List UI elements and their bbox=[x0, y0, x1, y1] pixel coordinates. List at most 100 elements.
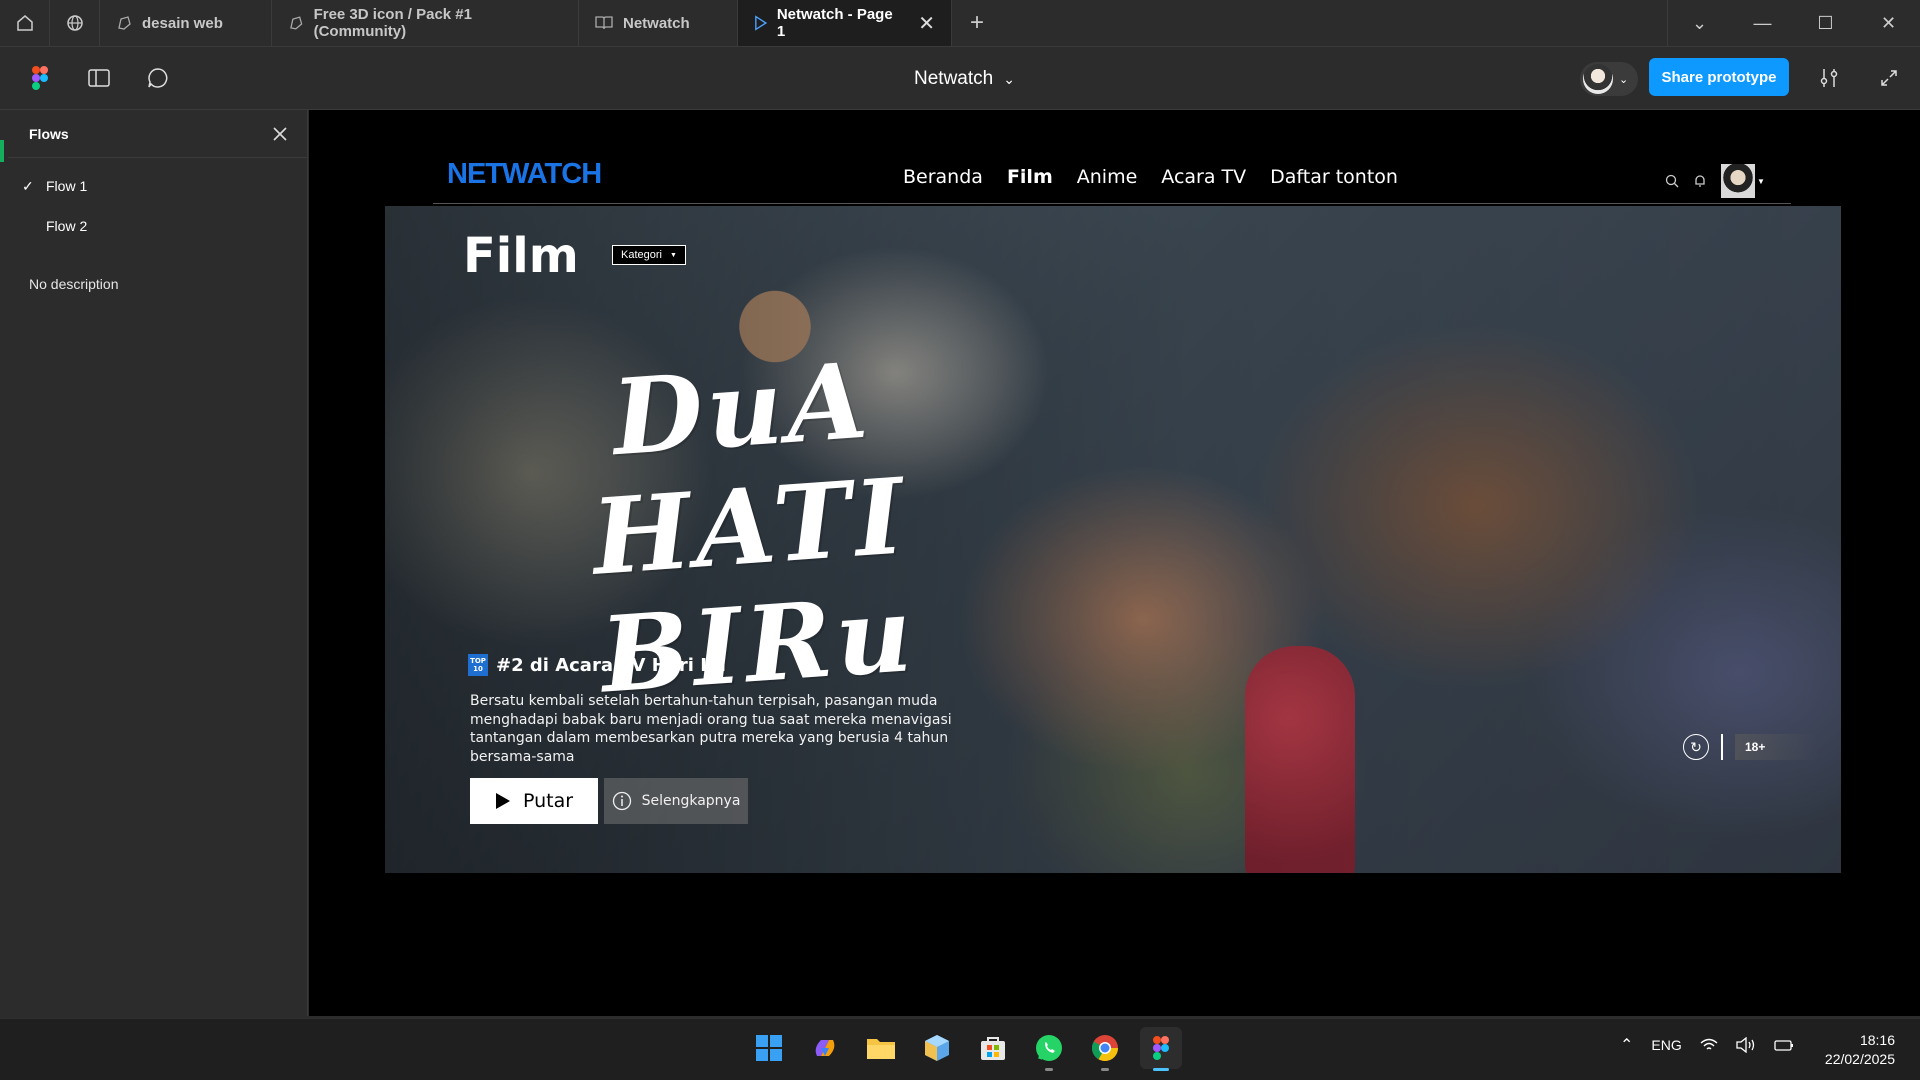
chrome-app[interactable] bbox=[1084, 1027, 1126, 1071]
running-indicator bbox=[1101, 1068, 1109, 1071]
whatsapp-app[interactable] bbox=[1028, 1027, 1070, 1071]
comments-button[interactable] bbox=[142, 62, 174, 94]
share-prototype-button[interactable]: Share prototype bbox=[1649, 58, 1789, 96]
maximize-button[interactable]: ☐ bbox=[1794, 0, 1857, 46]
copilot-app[interactable] bbox=[804, 1027, 846, 1069]
folder-icon bbox=[867, 1039, 895, 1059]
microsoft-store-app[interactable] bbox=[972, 1027, 1014, 1069]
close-icon: ✕ bbox=[1880, 12, 1897, 33]
taskbar-apps bbox=[748, 1027, 1182, 1071]
tab-netwatch[interactable]: Netwatch bbox=[579, 0, 738, 46]
close-window-button[interactable]: ✕ bbox=[1857, 0, 1920, 46]
fullscreen-button[interactable] bbox=[1873, 62, 1905, 94]
flows-panel-header: Flows bbox=[8, 110, 307, 158]
tab-label: Netwatch - Page 1 bbox=[776, 6, 893, 40]
tab-label: desain web bbox=[142, 14, 223, 32]
site-nav-links: Beranda Film Anime Acara TV Daftar tonto… bbox=[903, 166, 1398, 188]
3d-viewer-app[interactable] bbox=[916, 1027, 958, 1069]
flow-item-1[interactable]: ✓ Flow 1 bbox=[8, 166, 307, 206]
wifi-icon[interactable] bbox=[1700, 1038, 1718, 1052]
new-tab-button[interactable]: + bbox=[952, 0, 1002, 46]
tab-label: Netwatch bbox=[623, 14, 690, 32]
chevron-up-icon[interactable]: ⌃ bbox=[1620, 1035, 1633, 1055]
nav-link-acara-tv[interactable]: Acara TV bbox=[1161, 166, 1246, 188]
sliders-icon bbox=[1820, 69, 1838, 87]
info-label: Selengkapnya bbox=[641, 793, 741, 809]
nav-link-beranda[interactable]: Beranda bbox=[903, 166, 983, 188]
replay-button[interactable]: ↻ bbox=[1683, 734, 1709, 760]
start-button[interactable] bbox=[748, 1027, 790, 1069]
tabs-dropdown-button[interactable]: ⌄ bbox=[1668, 0, 1731, 46]
category-label: Kategori bbox=[621, 249, 662, 261]
chevron-down-icon: ⌄ bbox=[1003, 70, 1015, 87]
refresh-icon: ↻ bbox=[1690, 738, 1702, 755]
bell-icon[interactable] bbox=[1693, 174, 1707, 188]
nav-link-anime[interactable]: Anime bbox=[1077, 166, 1138, 188]
movie-title-line: DuA HATI bbox=[588, 338, 912, 599]
flow-label: Flow 1 bbox=[46, 178, 88, 194]
globe-icon bbox=[66, 15, 83, 31]
language-indicator[interactable]: ENG bbox=[1651, 1037, 1681, 1053]
search-icon[interactable] bbox=[1665, 174, 1679, 188]
figma-logo-icon bbox=[1153, 1036, 1169, 1060]
site-logo[interactable]: NETWATCH bbox=[447, 158, 602, 191]
prototype-toolbar: Netwatch ⌄ ⌄ Share prototype bbox=[0, 48, 1920, 110]
close-panel-icon[interactable] bbox=[268, 122, 292, 146]
site-nav-icons: ▼ bbox=[1665, 164, 1765, 198]
flow-item-2[interactable]: Flow 2 bbox=[8, 206, 307, 246]
prototype-title: Netwatch bbox=[914, 68, 994, 89]
home-button[interactable] bbox=[0, 0, 50, 46]
minimize-button[interactable]: — bbox=[1731, 0, 1794, 46]
minimize-icon: — bbox=[1753, 12, 1772, 33]
more-info-button[interactable]: Selengkapnya bbox=[604, 778, 748, 824]
user-menu[interactable]: ⌄ bbox=[1580, 62, 1638, 96]
figma-app[interactable] bbox=[1140, 1027, 1182, 1071]
figma-file-icon bbox=[290, 16, 303, 30]
category-dropdown[interactable]: Kategori ▼ bbox=[612, 245, 686, 265]
prototype-title-dropdown[interactable]: Netwatch ⌄ bbox=[914, 68, 1015, 90]
close-tab-icon[interactable]: ✕ bbox=[918, 11, 935, 36]
movie-description: Bersatu kembali setelah bertahun-tahun t… bbox=[470, 693, 952, 765]
sidebar-icon bbox=[88, 69, 110, 87]
caret-down-icon: ▼ bbox=[669, 251, 677, 259]
panel-accent-marker bbox=[0, 140, 4, 162]
caret-down-icon[interactable]: ▼ bbox=[1757, 177, 1765, 186]
rating-area: ↻ 18+ bbox=[1683, 734, 1819, 760]
windows-taskbar: ⌃ ENG 18:16 22/02/2025 bbox=[0, 1018, 1920, 1080]
battery-icon[interactable] bbox=[1774, 1038, 1794, 1052]
cube-icon bbox=[925, 1035, 949, 1061]
comment-icon bbox=[148, 68, 168, 88]
system-tray: ⌃ ENG bbox=[1620, 1035, 1794, 1055]
play-label: Putar bbox=[522, 790, 574, 812]
panel-title: Flows bbox=[29, 125, 69, 142]
prototype-settings-button[interactable] bbox=[1813, 62, 1845, 94]
copilot-icon bbox=[815, 1040, 835, 1056]
nav-link-film[interactable]: Film bbox=[1007, 166, 1053, 188]
running-indicator bbox=[1153, 1068, 1169, 1071]
ranking-row: TOP 10 #2 di Acara TV Hari Ini bbox=[468, 654, 726, 676]
maturity-rating: 18+ bbox=[1735, 734, 1819, 760]
toggle-sidebar-button[interactable] bbox=[83, 62, 115, 94]
tab-desain-web[interactable]: desain web bbox=[100, 0, 272, 46]
play-icon bbox=[495, 793, 510, 809]
figma-menu-button[interactable] bbox=[24, 62, 56, 94]
community-button[interactable] bbox=[50, 0, 100, 46]
avatar bbox=[1583, 64, 1613, 94]
divider bbox=[1721, 734, 1723, 760]
expand-icon bbox=[1881, 70, 1897, 86]
nav-link-daftar-tonton[interactable]: Daftar tonton bbox=[1270, 166, 1398, 188]
info-icon bbox=[612, 791, 631, 811]
volume-icon[interactable] bbox=[1736, 1037, 1756, 1053]
page-title: Film bbox=[463, 228, 579, 284]
flow-label: Flow 2 bbox=[46, 218, 88, 234]
system-clock[interactable]: 18:16 22/02/2025 bbox=[1815, 1031, 1895, 1069]
profile-avatar[interactable] bbox=[1721, 164, 1755, 198]
tab-free-3d-icon[interactable]: Free 3D icon / Pack #1 (Community) bbox=[272, 0, 579, 46]
chrome-icon bbox=[1091, 1035, 1119, 1062]
play-icon bbox=[755, 15, 767, 31]
tab-netwatch-page-1[interactable]: Netwatch - Page 1 ✕ bbox=[738, 0, 952, 46]
check-icon: ✓ bbox=[22, 177, 34, 194]
book-icon bbox=[595, 16, 613, 30]
play-button[interactable]: Putar bbox=[470, 778, 598, 824]
file-explorer-app[interactable] bbox=[860, 1027, 902, 1069]
